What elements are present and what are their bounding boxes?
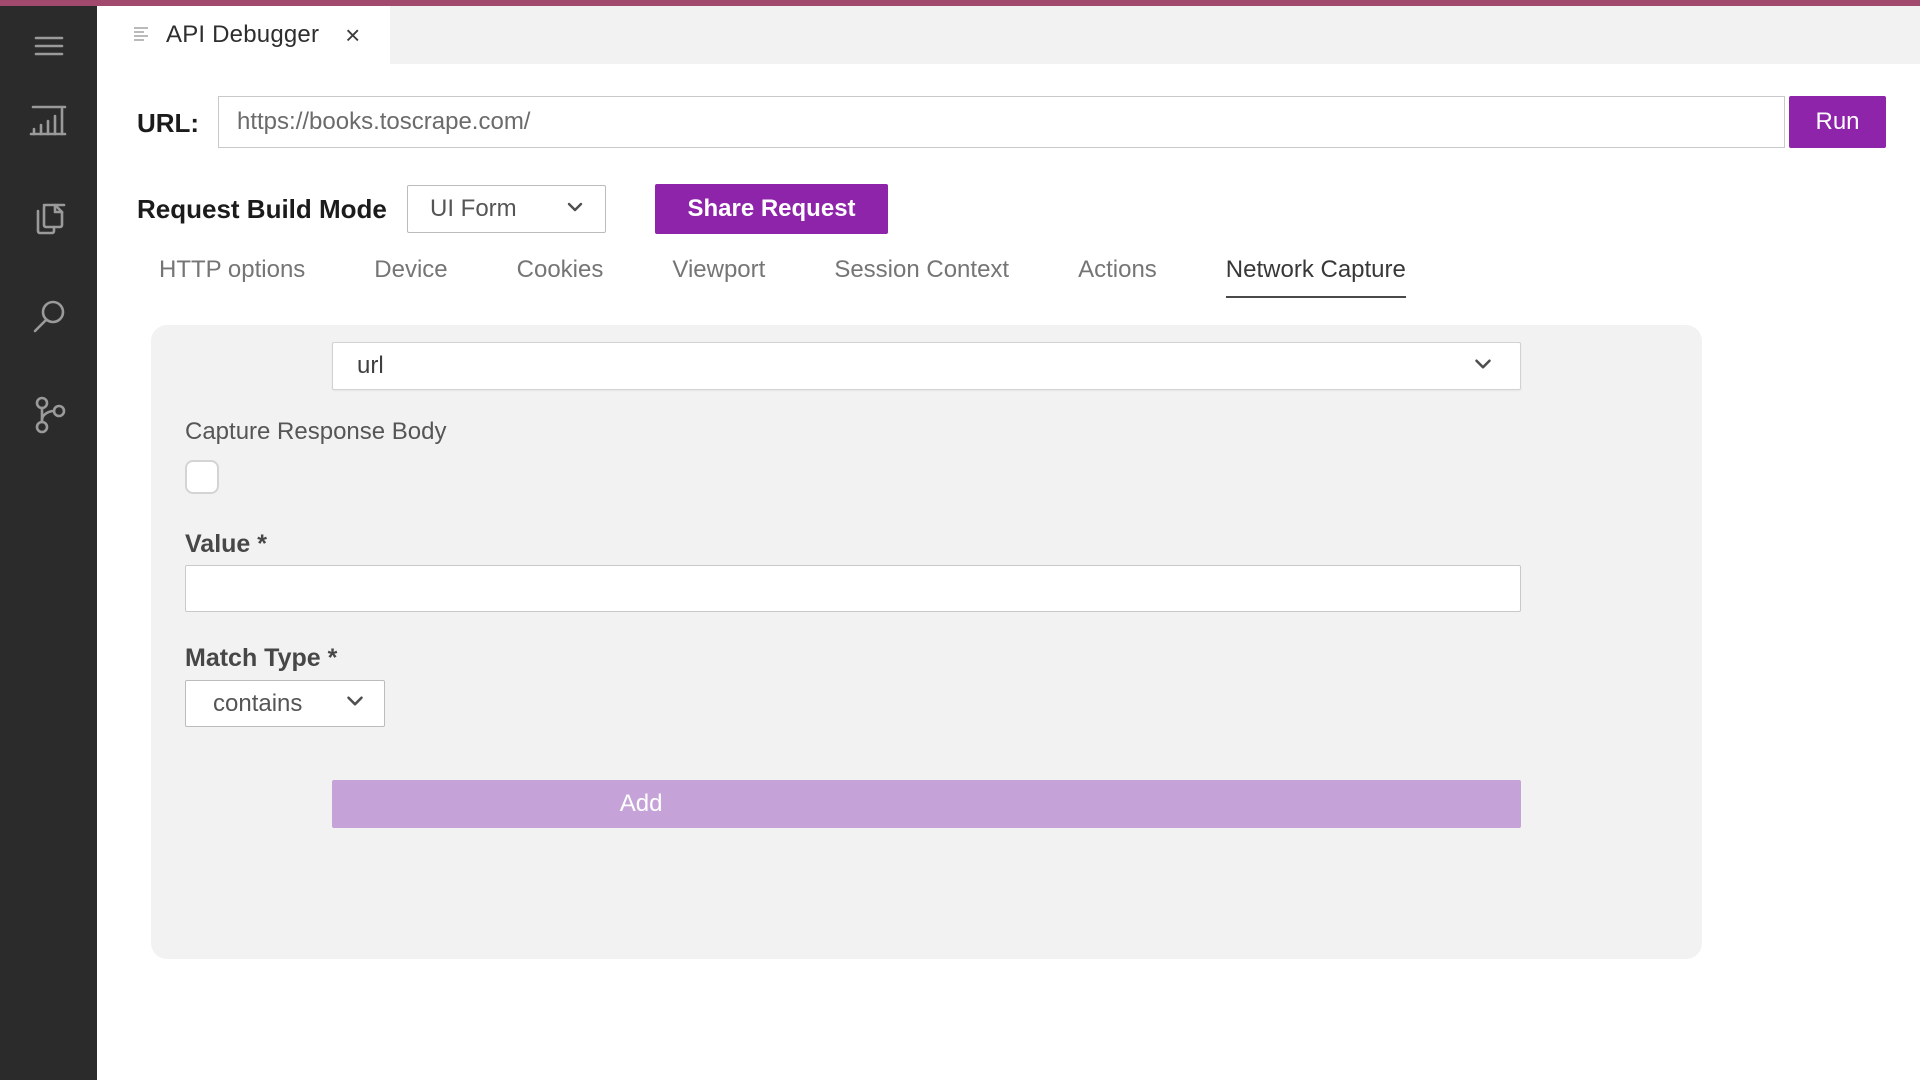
tab-session-context[interactable]: Session Context: [834, 256, 1009, 298]
tab-http-options[interactable]: HTTP options: [159, 256, 305, 298]
chevron-down-icon: [342, 688, 368, 719]
match-type-label: Match Type *: [185, 644, 337, 673]
chevron-down-icon: [1470, 351, 1496, 382]
add-button-label: Add: [620, 790, 663, 818]
tab-title: API Debugger: [166, 21, 319, 49]
search-icon[interactable]: [26, 294, 72, 340]
run-button[interactable]: Run: [1789, 96, 1886, 148]
close-icon[interactable]: ×: [345, 22, 360, 48]
value-label: Value *: [185, 530, 267, 559]
copy-icon[interactable]: [26, 196, 72, 242]
build-mode-selected-value: UI Form: [430, 195, 517, 223]
capture-response-body-label: Capture Response Body: [185, 418, 447, 446]
build-mode-select[interactable]: UI Form: [407, 185, 606, 233]
share-request-button[interactable]: Share Request: [655, 184, 888, 234]
tab-actions[interactable]: Actions: [1078, 256, 1157, 298]
value-input[interactable]: [185, 565, 1521, 612]
tab-strip: API Debugger ×: [97, 6, 1920, 64]
tab-device[interactable]: Device: [374, 256, 447, 298]
tab-cookies[interactable]: Cookies: [517, 256, 604, 298]
git-branch-icon[interactable]: [26, 392, 72, 438]
request-build-mode-label: Request Build Mode: [137, 194, 387, 225]
log-lines-icon: [130, 23, 154, 47]
add-button[interactable]: Add: [332, 780, 1521, 828]
match-type-select[interactable]: contains: [185, 680, 385, 727]
url-label: URL:: [137, 108, 199, 139]
match-type-selected-value: contains: [213, 690, 302, 718]
capture-field-selected-value: url: [357, 352, 384, 380]
section-tabs: HTTP options Device Cookies Viewport Ses…: [159, 256, 1406, 298]
chevron-down-icon: [563, 195, 587, 224]
bar-chart-icon[interactable]: [26, 98, 72, 144]
tab-api-debugger[interactable]: API Debugger ×: [97, 6, 390, 64]
tab-network-capture[interactable]: Network Capture: [1226, 256, 1406, 298]
network-capture-panel: url Capture Response Body Value * Match …: [151, 325, 1702, 959]
menu-icon[interactable]: [26, 23, 72, 69]
capture-field-select[interactable]: url: [332, 342, 1521, 390]
sidebar: [0, 6, 97, 1080]
capture-response-body-checkbox[interactable]: [185, 460, 219, 494]
tab-viewport[interactable]: Viewport: [672, 256, 765, 298]
url-input[interactable]: [218, 96, 1785, 148]
